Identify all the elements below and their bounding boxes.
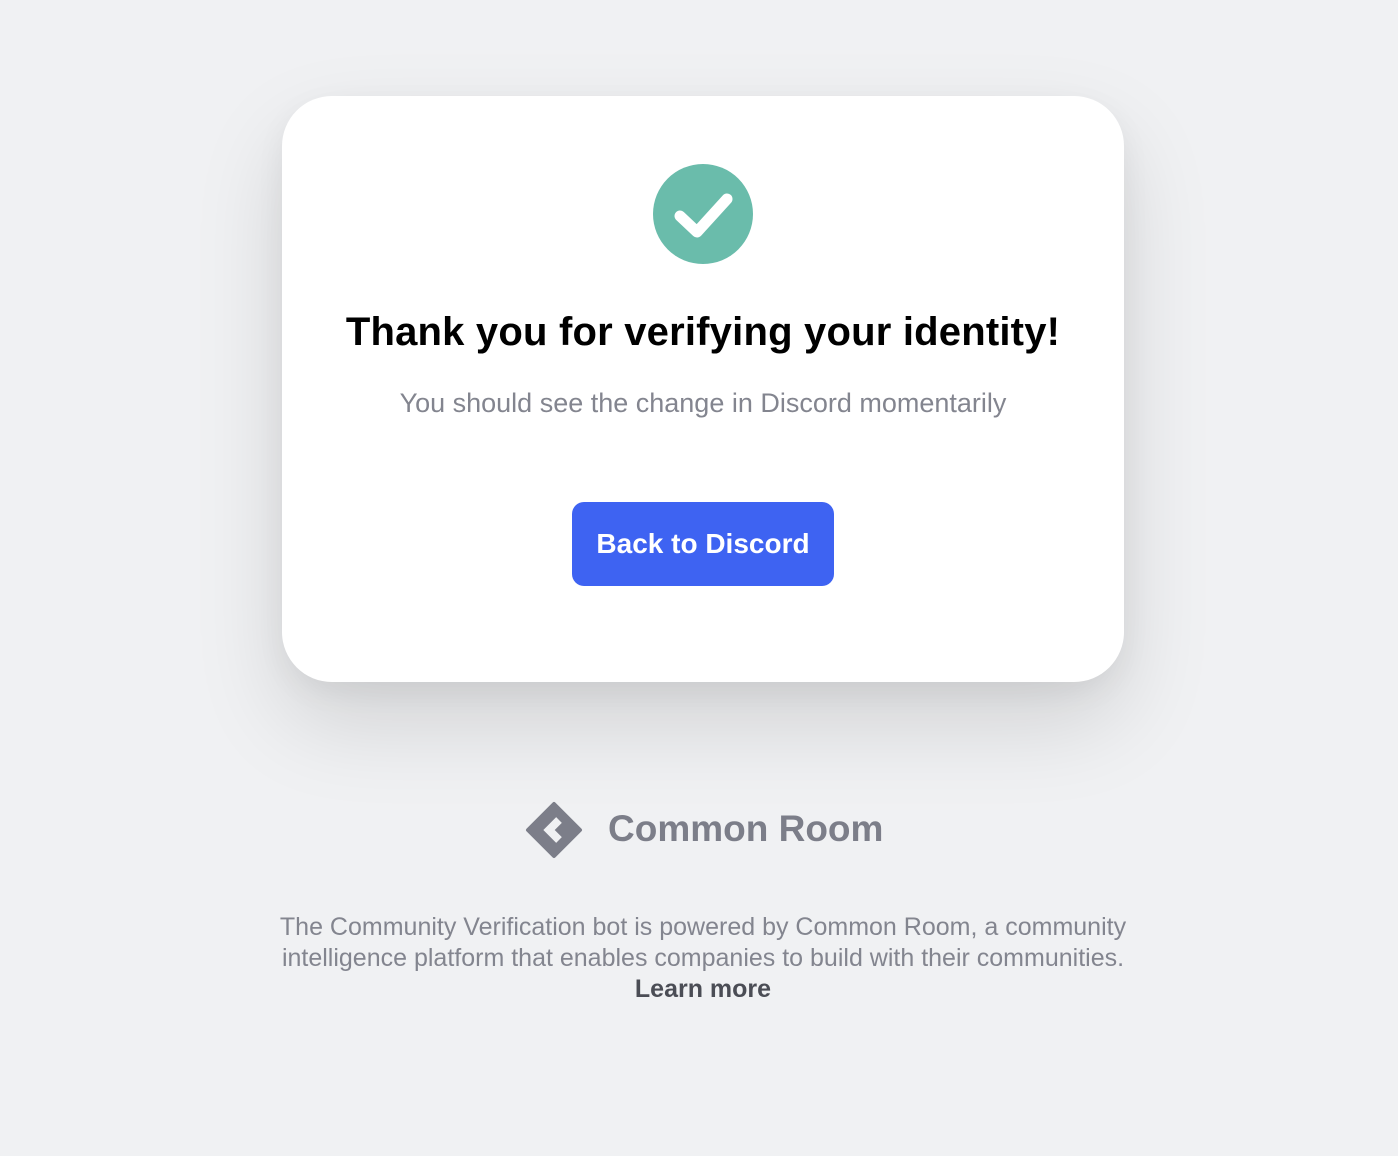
check-circle-icon bbox=[653, 164, 753, 264]
footer-description: The Community Verification bot is powere… bbox=[180, 912, 1226, 1005]
learn-more-link[interactable]: Learn more bbox=[635, 974, 771, 1005]
brand-name: Common Room bbox=[608, 808, 884, 849]
verification-card: Thank you for verifying your identity! Y… bbox=[282, 96, 1124, 682]
footer-text-line-2: intelligence platform that enables compa… bbox=[281, 944, 1125, 972]
back-to-discord-button[interactable]: Back to Discord bbox=[572, 502, 834, 586]
footer-text-line-1: The Community Verification bot is powere… bbox=[279, 913, 1127, 941]
common-room-logo-icon bbox=[524, 800, 584, 860]
page-subtitle: You should see the change in Discord mom… bbox=[399, 388, 1007, 418]
brand: Common Room bbox=[524, 800, 904, 860]
page-title: Thank you for verifying your identity! bbox=[345, 310, 1061, 354]
